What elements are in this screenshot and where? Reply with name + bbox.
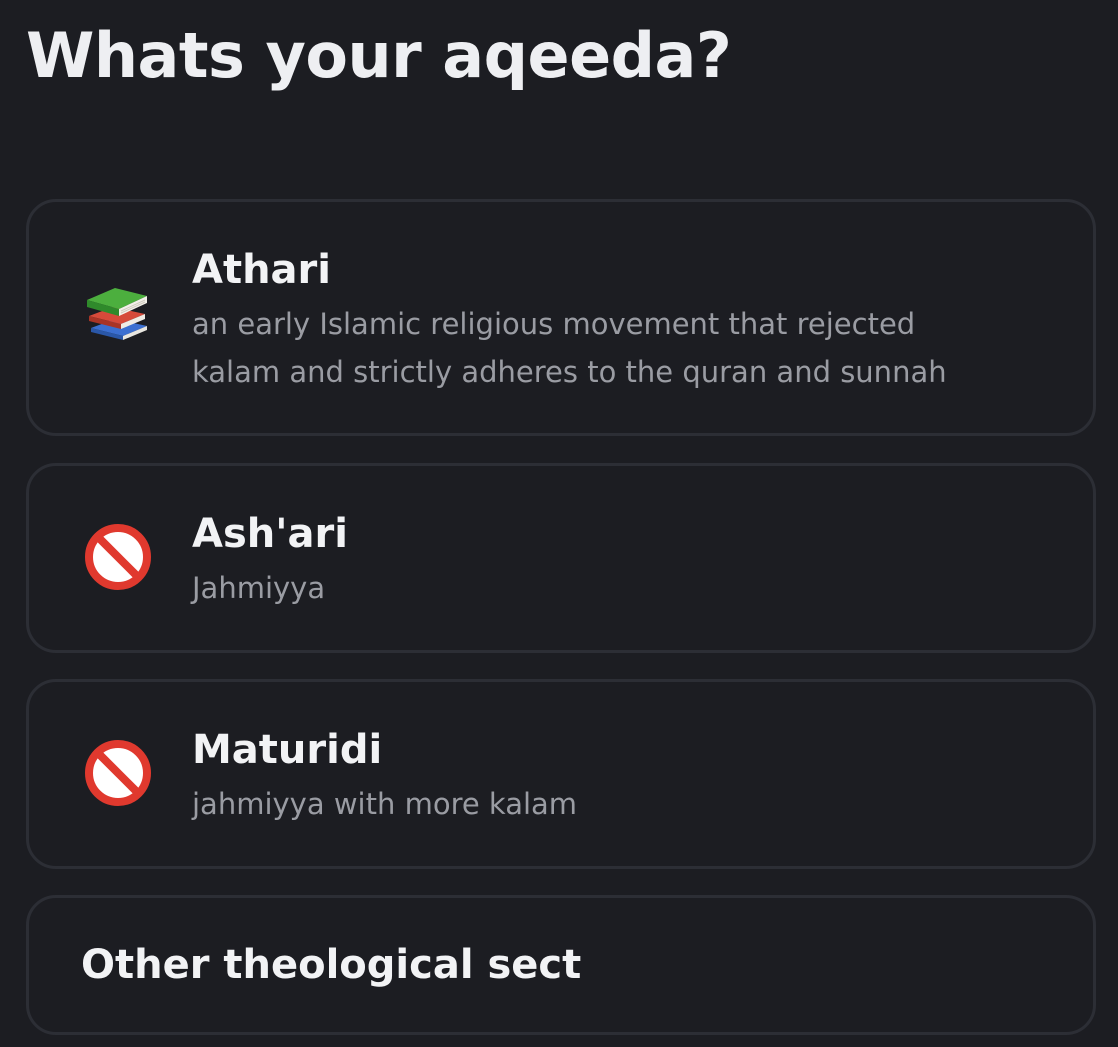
option-description: an early Islamic religious movement that… bbox=[192, 307, 947, 389]
option-maturidi[interactable]: Maturidi jahmiyya with more kalam bbox=[26, 679, 1096, 869]
option-label: Athari bbox=[192, 247, 331, 293]
option-label: Ash'ari bbox=[192, 511, 348, 557]
option-athari[interactable]: Athari an early Islamic religious moveme… bbox=[26, 199, 1096, 436]
option-label: Other theological sect bbox=[81, 942, 582, 988]
books-icon bbox=[83, 276, 153, 346]
option-description: jahmiyya with more kalam bbox=[192, 787, 578, 821]
option-maturidi-text: Maturidi jahmiyya with more kalam bbox=[192, 722, 1053, 828]
prohibited-icon bbox=[83, 738, 153, 808]
poll-page: Whats your aqeeda? Athari an early Islam… bbox=[0, 0, 1118, 1047]
page-title: Whats your aqeeda? bbox=[26, 19, 732, 92]
option-ashari-text: Ash'ari Jahmiyya bbox=[192, 506, 1053, 612]
option-athari-text: Athari an early Islamic religious moveme… bbox=[192, 242, 1053, 396]
prohibited-icon bbox=[83, 522, 153, 592]
option-label: Maturidi bbox=[192, 727, 383, 773]
option-description: Jahmiyya bbox=[192, 571, 326, 605]
option-ashari[interactable]: Ash'ari Jahmiyya bbox=[26, 463, 1096, 653]
option-other[interactable]: Other theological sect bbox=[26, 895, 1096, 1035]
